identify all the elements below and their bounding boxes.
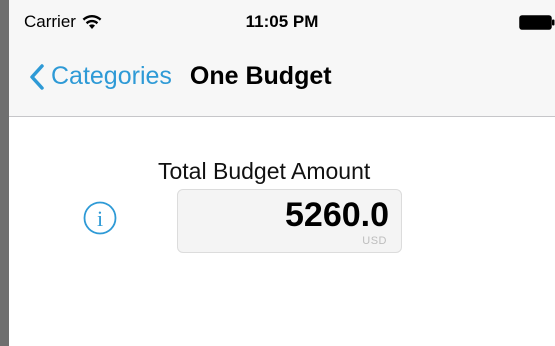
navigation-bar: Categories One Budget	[9, 44, 555, 116]
status-bar: Carrier 11:05 PM	[9, 0, 555, 44]
currency-label: USD	[362, 235, 387, 247]
screen: Carrier 11:05 PM Categories One Budget T…	[0, 0, 555, 346]
svg-text:i: i	[97, 206, 103, 231]
page-title: One Budget	[189, 62, 332, 90]
total-budget-label: Total Budget Amount	[158, 158, 371, 184]
budget-amount-value: 5260.0	[285, 196, 389, 234]
top-bars: Carrier 11:05 PM Categories One Budget	[9, 0, 555, 117]
back-button[interactable]: Categories One Budget	[29, 62, 332, 91]
status-time: 11:05 PM	[245, 12, 319, 31]
budget-amount-field[interactable]: 5260.0 USD	[177, 189, 402, 253]
info-icon[interactable]: i	[82, 200, 118, 236]
window-edge	[0, 0, 9, 346]
content-area: Total Budget Amount i 5260.0 USD	[9, 118, 555, 346]
battery-icon	[519, 15, 555, 30]
chevron-left-icon	[30, 63, 44, 90]
back-button-label: Categories	[51, 62, 172, 90]
